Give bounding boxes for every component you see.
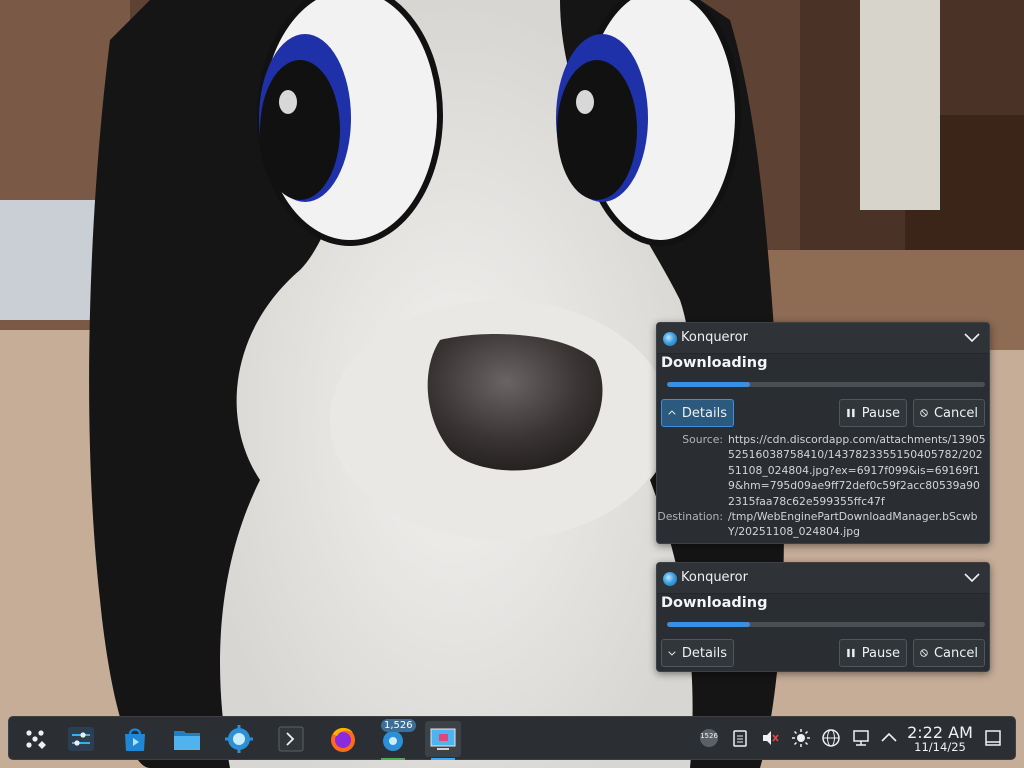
network-wired-tray[interactable] xyxy=(851,728,871,748)
discover-store-icon xyxy=(125,728,145,751)
pause-button[interactable]: Pause xyxy=(839,639,907,667)
dolphin-file-manager-icon xyxy=(174,731,200,750)
firefox-icon xyxy=(331,727,355,752)
show-hidden-tray-button[interactable] xyxy=(879,728,899,748)
download-details: Source: https://cdn.discordapp.com/attac… xyxy=(657,432,989,540)
pause-label: Pause xyxy=(861,405,900,421)
tray-status-badge[interactable]: 1526 xyxy=(699,728,719,748)
konqueror-button[interactable] xyxy=(221,721,257,757)
brightness-tray[interactable] xyxy=(791,728,811,748)
firefox-button[interactable] xyxy=(325,721,361,757)
notification-header: Konqueror xyxy=(657,563,989,594)
globe-icon xyxy=(822,729,840,747)
dolphin-file-manager-button[interactable] xyxy=(169,721,205,757)
application-launcher-button[interactable] xyxy=(17,721,53,757)
volume-tray[interactable] xyxy=(760,728,780,748)
cancel-label: Cancel xyxy=(933,405,978,421)
source-row: Source: https://cdn.discordapp.com/attac… xyxy=(657,432,989,509)
source-url[interactable]: https://cdn.discordapp.com/attachments/1… xyxy=(728,432,986,509)
network-globe-tray[interactable] xyxy=(821,728,841,748)
konsole-terminal-icon xyxy=(278,726,304,752)
konqueror-icon xyxy=(225,725,253,753)
progress-fill xyxy=(667,382,750,387)
download-progress-bar xyxy=(667,622,985,627)
tray-badge-count: 1526 xyxy=(700,732,718,740)
konsole-terminal-button[interactable] xyxy=(273,721,309,757)
source-key: Source: xyxy=(682,433,723,446)
download-notification-1: Konqueror Downloading Details Pause Canc… xyxy=(656,322,990,544)
destination-path[interactable]: /tmp/WebEnginePartDownloadManager.bScwbY… xyxy=(728,509,986,540)
download-notification-2: Konqueror Downloading Details Pause Canc… xyxy=(656,562,990,672)
clipboard-icon xyxy=(733,730,747,747)
chevron-up-icon xyxy=(668,410,676,415)
wired-network-icon xyxy=(853,730,869,746)
pause-button[interactable]: Pause xyxy=(839,399,907,427)
download-progress-bar xyxy=(667,382,985,387)
details-label: Details xyxy=(681,405,727,421)
application-launcher-icon xyxy=(26,730,46,749)
chevron-up-icon xyxy=(881,732,897,742)
show-desktop-icon xyxy=(985,730,1001,746)
notification-title: Downloading xyxy=(661,355,768,371)
pause-icon xyxy=(847,648,855,658)
volume-muted-icon xyxy=(763,731,779,745)
screenshot-tool-button[interactable] xyxy=(425,721,461,760)
destination-key: Destination: xyxy=(657,510,723,524)
system-settings-icon xyxy=(68,727,94,751)
details-button[interactable]: Details xyxy=(661,639,734,667)
app-name: Konqueror xyxy=(681,330,748,345)
pause-icon xyxy=(847,408,855,418)
cancel-label: Cancel xyxy=(933,645,978,661)
discover-store-button[interactable] xyxy=(117,721,153,757)
show-desktop-button[interactable] xyxy=(983,728,1003,748)
cancel-button[interactable]: Cancel xyxy=(913,639,985,667)
chevron-down-icon[interactable] xyxy=(963,331,981,345)
notification-title: Downloading xyxy=(661,595,768,611)
pause-label: Pause xyxy=(861,645,900,661)
chevron-down-icon[interactable] xyxy=(963,571,981,585)
details-button[interactable]: Details xyxy=(661,399,734,427)
progress-fill xyxy=(667,622,750,627)
cancel-icon xyxy=(920,649,928,657)
system-settings-button[interactable] xyxy=(63,721,99,757)
attention-indicator xyxy=(381,758,405,760)
destination-row: Destination: /tmp/WebEnginePartDownloadM… xyxy=(657,509,989,540)
clipboard-tray[interactable] xyxy=(730,728,750,748)
update-manager-button[interactable]: 1,526 xyxy=(375,719,416,760)
clock-date: 11/14/25 xyxy=(914,740,966,754)
screenshot-tool-icon xyxy=(430,728,456,750)
chevron-down-icon xyxy=(668,651,676,656)
app-name: Konqueror xyxy=(681,570,748,585)
active-indicator xyxy=(431,758,455,760)
update-count-badge: 1,526 xyxy=(381,719,416,732)
taskbar: 1,526 1526 2:22 AM 11/14/25 xyxy=(8,716,1016,760)
brightness-icon xyxy=(792,729,810,747)
konqueror-icon xyxy=(663,572,677,586)
details-label: Details xyxy=(681,645,727,661)
cancel-icon xyxy=(920,409,928,417)
notification-header: Konqueror xyxy=(657,323,989,354)
cancel-button[interactable]: Cancel xyxy=(913,399,985,427)
konqueror-icon xyxy=(663,332,677,346)
